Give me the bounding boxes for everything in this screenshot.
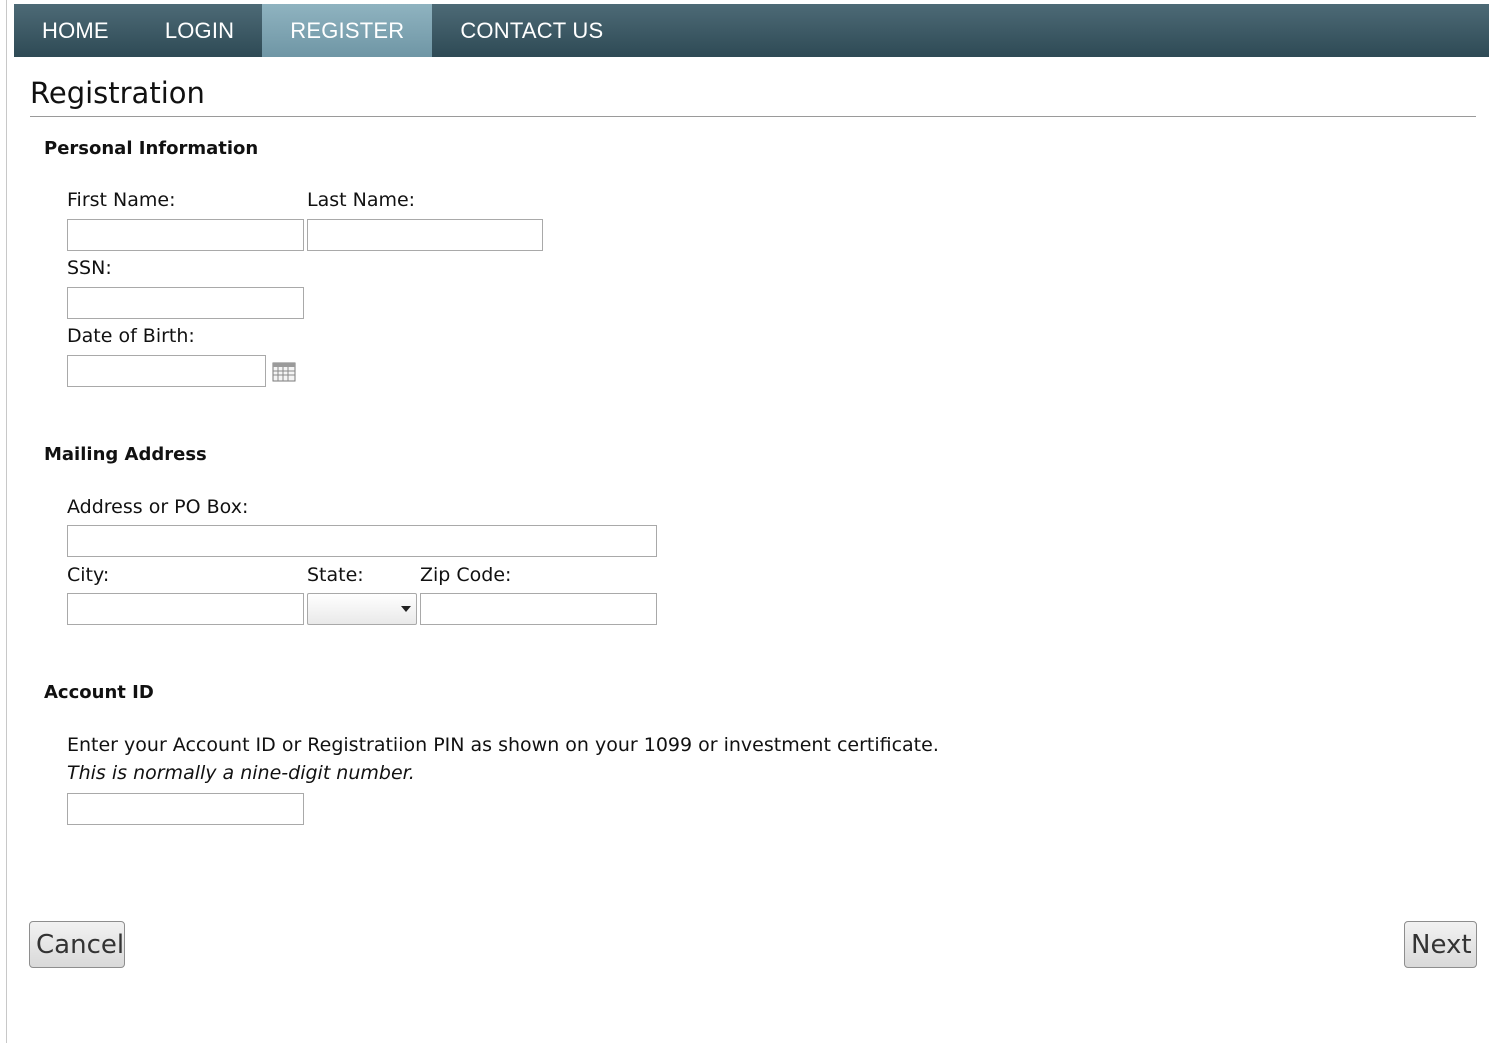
- cancel-button[interactable]: Cancel: [29, 921, 125, 968]
- city-field[interactable]: [67, 593, 304, 625]
- nav-home[interactable]: HOME: [14, 4, 137, 57]
- personal-info-heading: Personal Information: [44, 138, 259, 159]
- date-of-birth-field[interactable]: [67, 355, 266, 387]
- ssn-label: SSN:: [67, 257, 112, 279]
- first-name-field[interactable]: [67, 219, 304, 251]
- account-id-heading: Account ID: [44, 682, 154, 703]
- account-id-note: This is normally a nine-digit number.: [67, 762, 415, 784]
- next-button[interactable]: Next: [1404, 921, 1477, 968]
- account-id-instruction: Enter your Account ID or Registratiion P…: [67, 734, 939, 756]
- zip-code-label: Zip Code:: [420, 564, 512, 586]
- zip-code-field[interactable]: [420, 593, 657, 625]
- last-name-label: Last Name:: [307, 189, 416, 211]
- chevron-down-icon: [401, 606, 411, 612]
- last-name-field[interactable]: [307, 219, 543, 251]
- address-field[interactable]: [67, 525, 657, 557]
- city-label: City:: [67, 564, 110, 586]
- first-name-label: First Name:: [67, 189, 176, 211]
- nav-register[interactable]: REGISTER: [262, 4, 433, 57]
- title-divider: [30, 116, 1476, 117]
- mailing-address-heading: Mailing Address: [44, 444, 207, 465]
- state-select[interactable]: [307, 593, 417, 625]
- address-label: Address or PO Box:: [67, 496, 249, 518]
- page-left-border: [6, 0, 7, 1043]
- calendar-icon[interactable]: [272, 362, 296, 382]
- nav-contact-us[interactable]: CONTACT US: [432, 4, 631, 57]
- top-navigation: HOME LOGIN REGISTER CONTACT US: [14, 4, 1489, 57]
- nav-login[interactable]: LOGIN: [137, 4, 262, 57]
- ssn-field[interactable]: [67, 287, 304, 319]
- state-label: State:: [307, 564, 364, 586]
- page-title: Registration: [30, 76, 205, 110]
- account-id-field[interactable]: [67, 793, 304, 825]
- dob-label: Date of Birth:: [67, 325, 195, 347]
